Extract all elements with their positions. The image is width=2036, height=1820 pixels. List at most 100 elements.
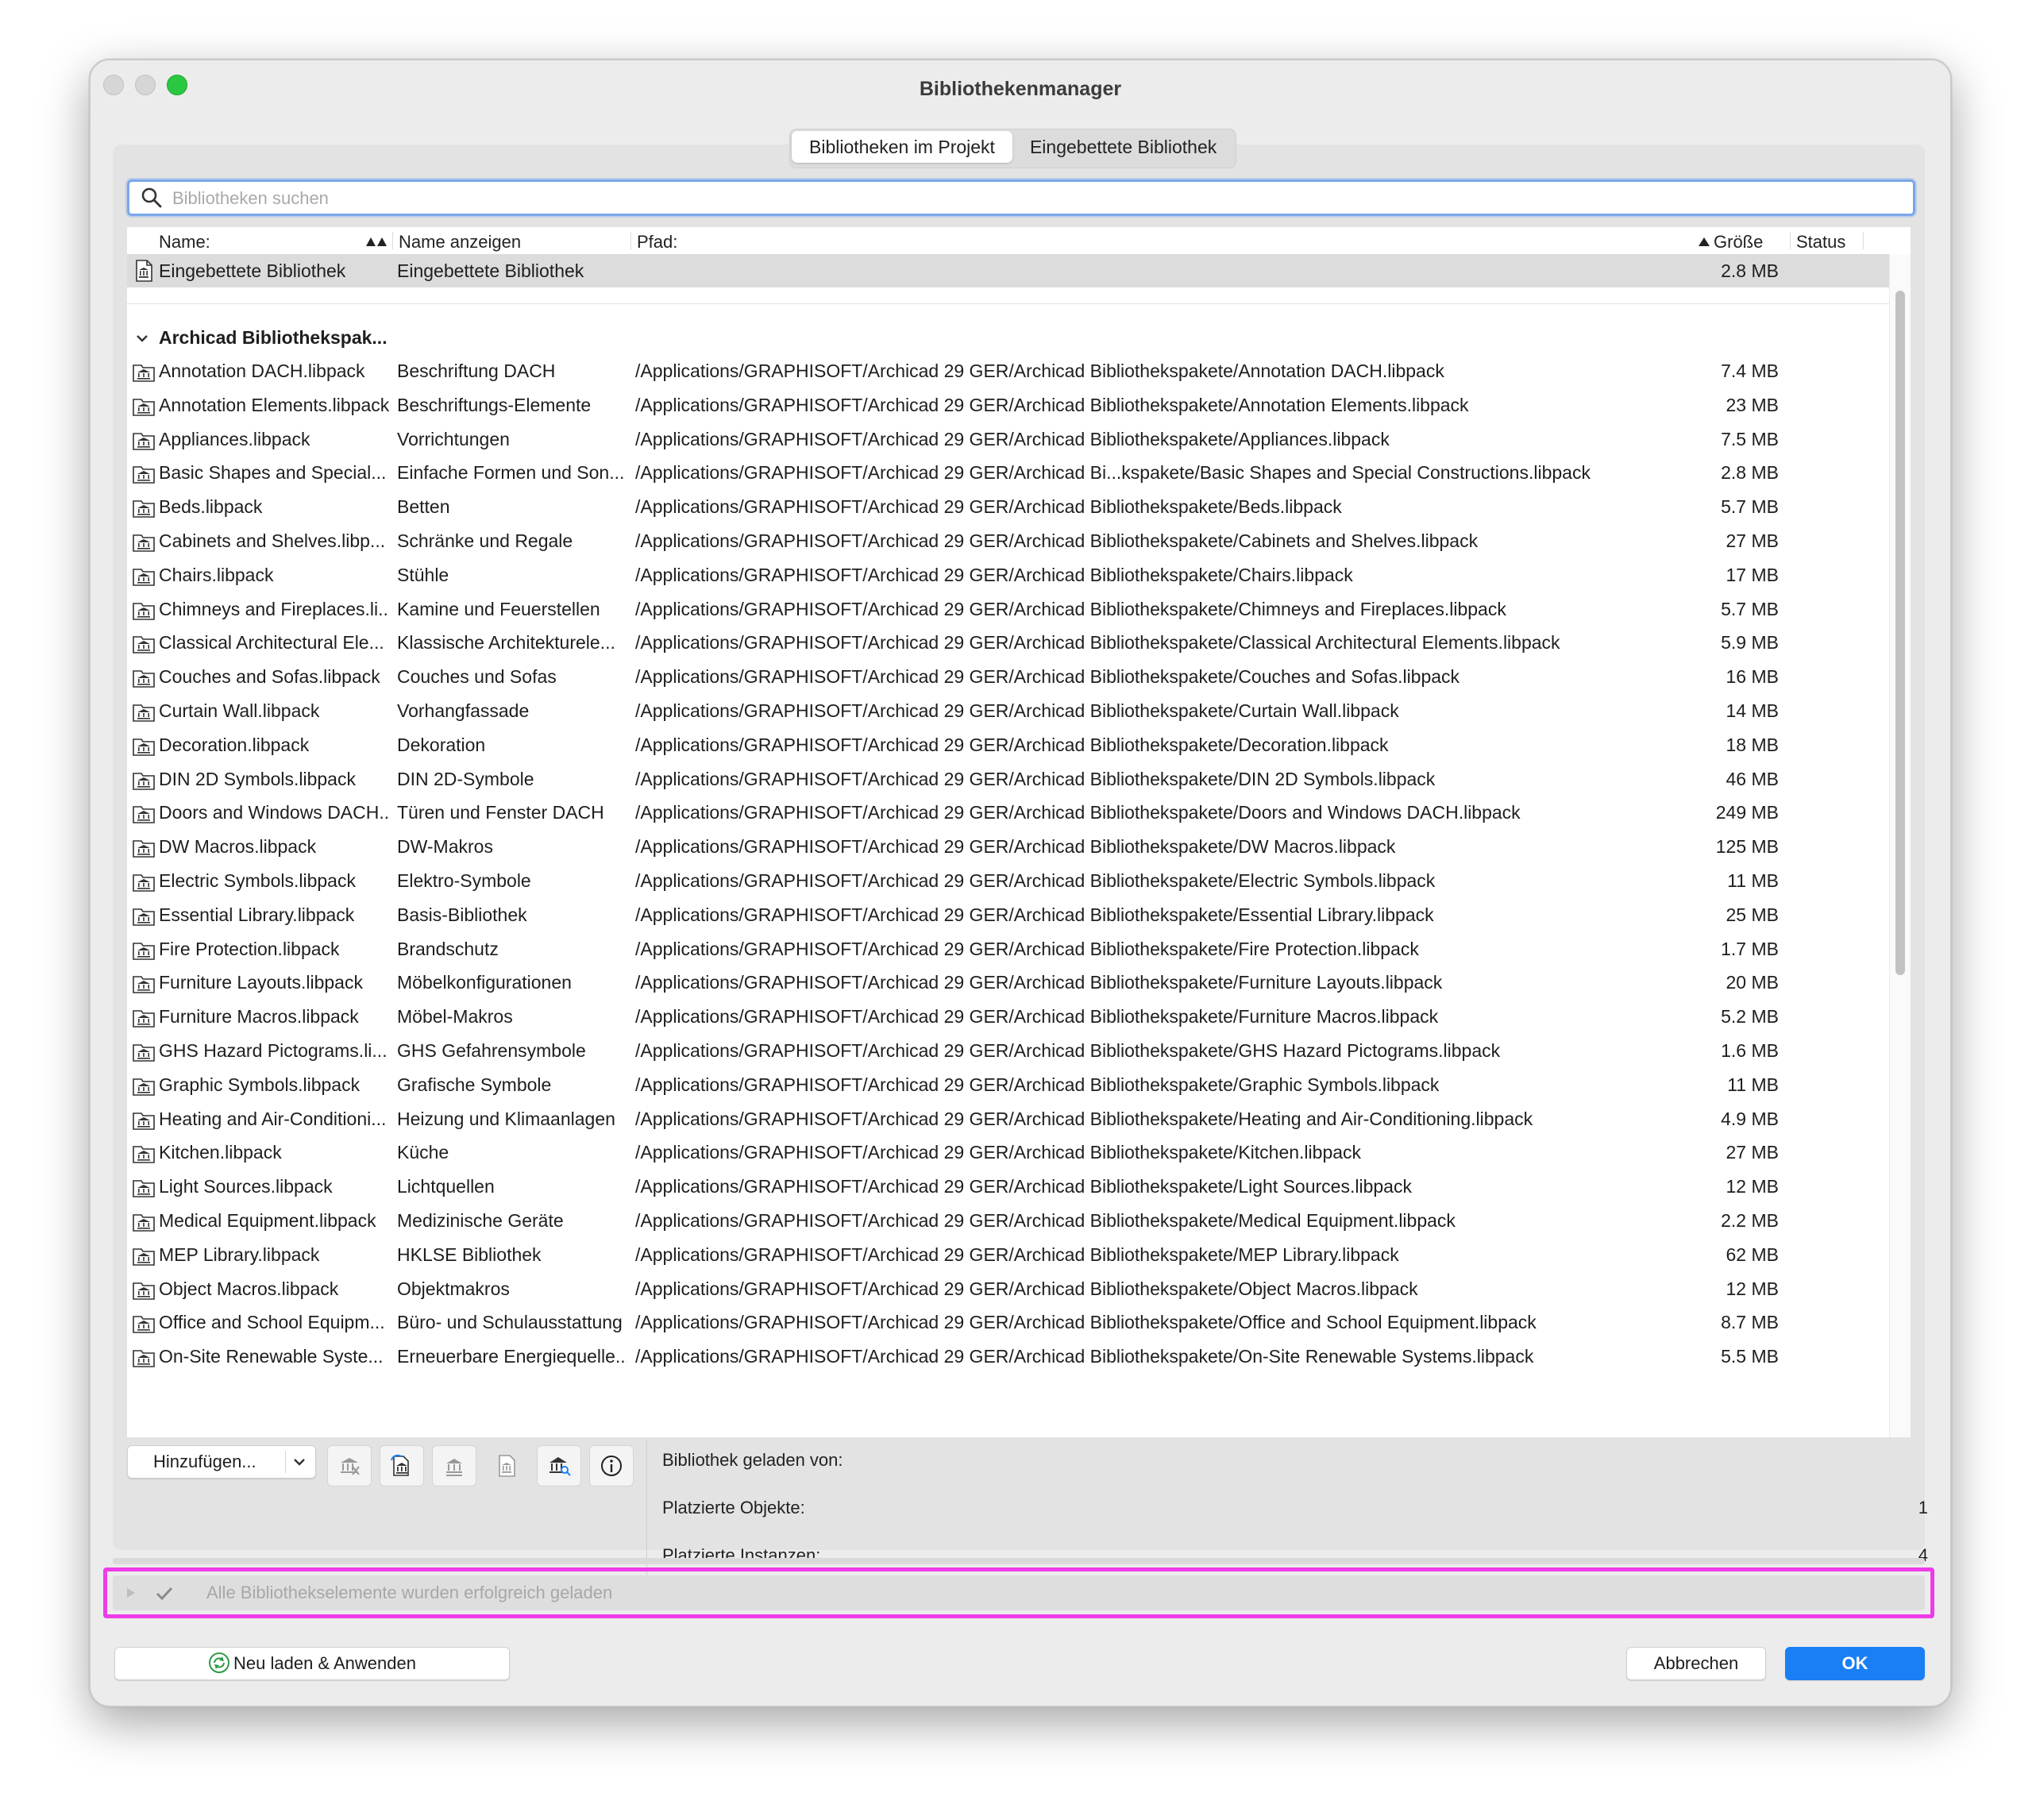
table-row[interactable]: Heating and Air-Conditioni... Heizung und… (127, 1102, 1890, 1136)
table-row[interactable]: GHS Hazard Pictograms.li... GHS Gefahrens… (127, 1034, 1890, 1067)
close-window-button[interactable] (103, 75, 124, 95)
tab-embedded-library[interactable]: Eingebettete Bibliothek (1012, 131, 1234, 163)
table-row[interactable]: Cabinets and Shelves.libp... Schränke und… (127, 524, 1890, 557)
disclosure-triangle-icon[interactable] (125, 1587, 137, 1599)
cell-path: /Applications/GRAPHISOFT/Archicad 29 GER… (635, 598, 1506, 619)
library-document-button[interactable] (484, 1445, 529, 1486)
scrollbar-thumb[interactable] (1895, 291, 1905, 975)
duplicate-library-button[interactable] (432, 1445, 476, 1486)
table-row[interactable]: Decoration.libpack Dekoration/Application… (127, 728, 1890, 762)
library-table: Name: Name anzeigen Pfad: Größe Status E… (127, 227, 1911, 1437)
cell-path: /Applications/GRAPHISOFT/Archicad 29 GER… (635, 1176, 1412, 1197)
sort-ascending-icon (366, 237, 387, 246)
column-header-status[interactable]: Status (1796, 227, 1845, 254)
update-library-button[interactable] (380, 1445, 424, 1486)
add-library-dropdown[interactable]: Hinzufügen... (127, 1445, 316, 1479)
reload-icon (209, 1652, 230, 1674)
table-row[interactable]: Chairs.libpack Stühle/Applications/GRAPHI… (127, 558, 1890, 592)
column-header-display-name[interactable]: Name anzeigen (399, 227, 521, 254)
cell-display-name: Couches und Sofas (397, 666, 557, 688)
remove-library-button[interactable] (327, 1445, 372, 1486)
table-row[interactable]: Light Sources.libpack Lichtquellen/Applic… (127, 1170, 1890, 1203)
library-search-button[interactable] (537, 1445, 581, 1486)
table-row[interactable]: Classical Architectural Ele... Klassische… (127, 626, 1890, 659)
table-row[interactable]: Kitchen.libpack Küche/Applications/GRAPHI… (127, 1136, 1890, 1169)
table-row[interactable]: Furniture Macros.libpack Möbel-Makros/App… (127, 1000, 1890, 1033)
cell-size: 7.4 MB (1721, 361, 1779, 381)
cell-path: /Applications/GRAPHISOFT/Archicad 29 GER… (635, 1312, 1537, 1333)
library-folder-icon (133, 398, 155, 416)
cell-size: 5.7 MB (1721, 598, 1779, 619)
table-row[interactable]: Essential Library.libpack Basis-Bibliothe… (127, 898, 1890, 931)
table-row[interactable]: DIN 2D Symbols.libpack DIN 2D-Symbole/App… (127, 762, 1890, 796)
library-folder-icon (133, 466, 155, 484)
ok-button[interactable]: OK (1785, 1647, 1925, 1680)
table-row[interactable]: Fire Protection.libpack Brandschutz/Appli… (127, 932, 1890, 966)
cell-display-name: Türen und Fenster DACH (397, 802, 604, 823)
cell-display-name: GHS Gefahrensymbole (397, 1040, 586, 1061)
table-row[interactable]: Medical Equipment.libpack Medizinische Ge… (127, 1204, 1890, 1237)
cell-size: 2.8 MB (1721, 260, 1779, 281)
table-row[interactable]: Electric Symbols.libpack Elektro-Symbole /… (127, 864, 1890, 897)
table-row[interactable]: Annotation Elements.libpack Beschriftungs… (127, 388, 1890, 422)
info-button[interactable] (589, 1445, 634, 1486)
cell-path: /Applications/GRAPHISOFT/Archicad 29 GER… (635, 496, 1342, 518)
library-folder-icon (133, 1078, 155, 1096)
table-row[interactable]: Basic Shapes and Special... Einfache Form… (127, 456, 1890, 489)
vertical-scrollbar[interactable] (1889, 254, 1911, 1437)
library-folder-icon (133, 1247, 155, 1266)
cell-path: /Applications/GRAPHISOFT/Archicad 29 GER… (635, 1346, 1534, 1367)
search-input[interactable] (171, 182, 1905, 215)
cell-size: 1.7 MB (1721, 938, 1779, 959)
cell-size: 14 MB (1726, 700, 1779, 721)
table-row[interactable]: On-Site Renewable Syste... Erneuerbare En… (127, 1340, 1890, 1373)
column-header-path[interactable]: Pfad: (637, 227, 677, 254)
cell-name: Couches and Sofas.libpack (159, 666, 380, 688)
reload-apply-label: Neu laden & Anwenden (233, 1653, 416, 1673)
table-row[interactable]: Furniture Layouts.libpack Möbelkonfigurat… (127, 966, 1890, 999)
cell-name: Kitchen.libpack (159, 1142, 282, 1163)
table-row[interactable]: DW Macros.libpack DW-Makros/Applications/… (127, 830, 1890, 863)
library-folder-icon (133, 364, 155, 382)
cell-display-name: Vorrichtungen (397, 428, 510, 449)
chevron-down-icon[interactable] (135, 331, 149, 345)
table-row[interactable]: Object Macros.libpack Objektmakros/Applic… (127, 1272, 1890, 1305)
cell-path: /Applications/GRAPHISOFT/Archicad 29 GER… (635, 564, 1353, 585)
tab-libraries-in-project[interactable]: Bibliotheken im Projekt (792, 131, 1012, 163)
table-row[interactable]: Chimneys and Fireplaces.li... Kamine und … (127, 592, 1890, 626)
cell-display-name: Beschriftungs-Elemente (397, 394, 592, 415)
table-row[interactable]: Curtain Wall.libpack Vorhangfassade/Appli… (127, 694, 1890, 727)
cell-display-name: Erneuerbare Energiequelle... (397, 1346, 627, 1367)
cell-path: /Applications/GRAPHISOFT/Archicad 29 GER… (635, 530, 1479, 551)
table-row[interactable]: MEP Library.libpack HKLSE Bibliothek/Appl… (127, 1238, 1890, 1271)
table-row[interactable]: Couches and Sofas.libpack Couches und Sof… (127, 660, 1890, 693)
library-toolbar: Hinzufügen... (127, 1445, 635, 1588)
table-row-embedded-library[interactable]: Eingebettete Bibliothek Eingebettete Bib… (127, 254, 1890, 287)
cancel-button[interactable]: Abbrechen (1626, 1647, 1766, 1680)
cell-name: Fire Protection.libpack (159, 938, 340, 959)
library-folder-icon (133, 670, 155, 688)
library-search-icon (549, 1457, 571, 1476)
table-row[interactable]: Graphic Symbols.libpack Grafische Symbole… (127, 1068, 1890, 1101)
reload-apply-button[interactable]: Neu laden & Anwenden (114, 1647, 510, 1680)
library-folder-icon (133, 840, 155, 858)
info-icon (601, 1456, 622, 1476)
library-manager-window: Bibliothekenmanager Bibliotheken im Proj… (89, 59, 1952, 1707)
status-bar: Alle Bibliothekselemente wurden erfolgre… (113, 1575, 1925, 1610)
library-folder-icon (133, 432, 155, 450)
zoom-window-button[interactable] (167, 75, 187, 95)
library-folder-icon (133, 500, 155, 518)
table-row[interactable]: Doors and Windows DACH... Türen und Fenst… (127, 796, 1890, 829)
table-row[interactable]: Appliances.libpack Vorrichtungen/Applicat… (127, 422, 1890, 456)
minimize-window-button[interactable] (135, 75, 156, 95)
column-header-name[interactable]: Name: (159, 227, 210, 254)
cell-name: Cabinets and Shelves.libp... (159, 530, 386, 551)
table-row[interactable]: Annotation DACH.libpack Beschriftung DACH… (127, 354, 1890, 388)
cell-display-name: Dekoration (397, 734, 486, 755)
table-row[interactable]: Office and School Equipm... Büro- und Sch… (127, 1305, 1890, 1339)
group-row-archicad-packages[interactable]: Archicad Bibliothekspak... (127, 321, 1890, 354)
column-header-size[interactable]: Größe (1714, 227, 1763, 254)
cell-name: Furniture Layouts.libpack (159, 972, 363, 993)
table-row[interactable]: Beds.libpack Betten/Applications/GRAPHISO… (127, 490, 1890, 523)
cell-display-name: Büro- und Schulausstattung (397, 1312, 623, 1333)
